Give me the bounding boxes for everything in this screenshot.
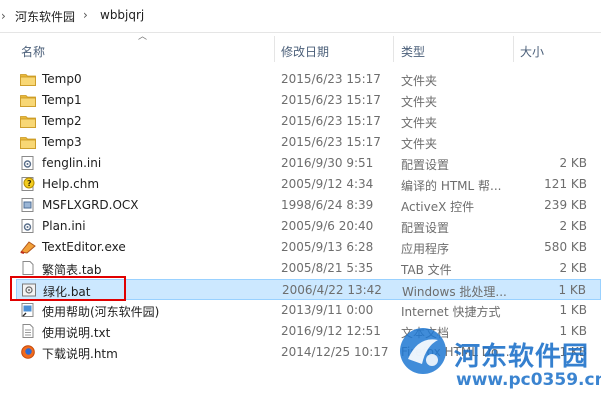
column-header-name[interactable]: 名称 <box>21 43 45 60</box>
file-type: 文件夹 <box>401 137 438 151</box>
file-name: Temp0 <box>42 72 82 86</box>
file-date: 2005/9/6 20:40 <box>281 219 374 233</box>
file-name: 使用说明.txt <box>42 326 111 340</box>
watermark-url: www.pc0359.cn <box>456 370 601 390</box>
file-row[interactable]: Temp1 2015/6/23 15:17 文件夹 <box>16 90 601 111</box>
breadcrumb-item-hedong[interactable]: 河东软件园 <box>15 8 75 25</box>
help-file-icon: ? <box>21 177 35 191</box>
file-row[interactable]: ? Help.chm 2005/9/12 4:34 编译的 HTML 帮... 121 … <box>16 174 601 195</box>
file-name: MSFLXGRD.OCX <box>42 198 139 212</box>
column-divider[interactable] <box>393 36 394 62</box>
internet-shortcut-icon <box>21 303 34 317</box>
file-date: 2016/9/30 9:51 <box>281 156 374 170</box>
watermark-title: 河东软件园 <box>454 342 590 372</box>
column-header-type[interactable]: 类型 <box>401 43 425 60</box>
file-size: 580 KB <box>544 240 587 254</box>
file-type: 文件夹 <box>401 116 438 130</box>
file-name: Help.chm <box>42 177 100 191</box>
file-type: 应用程序 <box>401 242 450 256</box>
file-name: 使用帮助(河东软件园) <box>42 305 160 319</box>
folder-icon <box>20 74 36 86</box>
file-name: 下载说明.htm <box>42 347 118 361</box>
file-date: 2015/6/23 15:17 <box>281 135 381 149</box>
file-size: 2 KB <box>559 219 587 233</box>
svg-text:?: ? <box>27 179 32 188</box>
watermark-logo <box>400 328 446 374</box>
file-date: 2016/9/12 12:51 <box>281 324 381 338</box>
file-type: ActiveX 控件 <box>401 200 475 214</box>
file-size: 2 KB <box>559 156 587 170</box>
column-header-size[interactable]: 大小 <box>520 43 544 60</box>
file-type: 编译的 HTML 帮... <box>401 179 502 193</box>
file-date: 2015/6/23 15:17 <box>281 114 381 128</box>
file-size: 239 KB <box>544 198 587 212</box>
file-type: 文件夹 <box>401 95 438 109</box>
file-row[interactable]: Temp3 2015/6/23 15:17 文件夹 <box>16 132 601 153</box>
file-row[interactable]: Plan.ini 2005/9/6 20:40 配置设置 2 KB <box>16 216 601 237</box>
exe-file-icon <box>20 241 36 254</box>
file-size: 1 KB <box>559 303 587 317</box>
file-name: Temp3 <box>42 135 82 149</box>
text-file-icon <box>22 324 34 338</box>
file-size: 1 KB <box>558 283 586 297</box>
address-bar[interactable]: › 河东软件园 › wbbjqrj <box>0 0 601 33</box>
file-name: Plan.ini <box>42 219 86 233</box>
settings-file-icon <box>21 156 34 170</box>
file-row[interactable]: MSFLXGRD.OCX 1998/6/24 8:39 ActiveX 控件 239 … <box>16 195 601 216</box>
file-row[interactable]: Temp0 2015/6/23 15:17 文件夹 <box>16 69 601 90</box>
file-size: 121 KB <box>544 177 587 191</box>
activex-file-icon <box>21 198 34 212</box>
file-date: 2005/9/12 4:34 <box>281 177 374 191</box>
file-type: 文件夹 <box>401 74 438 88</box>
file-row[interactable]: Temp2 2015/6/23 15:17 文件夹 <box>16 111 601 132</box>
file-date: 2005/8/21 5:35 <box>281 261 374 275</box>
file-date: 2005/9/13 6:28 <box>281 240 374 254</box>
breadcrumb-chevron-icon[interactable]: › <box>83 8 88 22</box>
breadcrumb-item-wbbjqrj[interactable]: wbbjqrj <box>100 8 144 22</box>
firefox-html-icon <box>21 345 35 359</box>
file-name: TextEditor.exe <box>42 240 126 254</box>
column-divider[interactable] <box>513 36 514 62</box>
file-type: Windows 批处理... <box>402 285 507 299</box>
file-row[interactable]: fenglin.ini 2016/9/30 9:51 配置设置 2 KB <box>16 153 601 174</box>
highlight-box <box>10 276 126 301</box>
file-row[interactable]: TextEditor.exe 2005/9/13 6:28 应用程序 580 KB <box>16 237 601 258</box>
folder-icon <box>20 95 36 107</box>
file-type: 配置设置 <box>401 158 450 172</box>
breadcrumb-root-chevron-icon[interactable]: › <box>1 9 6 23</box>
generic-file-icon <box>22 261 34 275</box>
file-date: 1998/6/24 8:39 <box>281 198 374 212</box>
folder-icon <box>20 116 36 128</box>
column-header: 名称 修改日期 类型 大小 <box>0 33 601 65</box>
file-name: Temp2 <box>42 114 82 128</box>
file-name: Temp1 <box>42 93 82 107</box>
column-divider[interactable] <box>274 36 275 62</box>
settings-file-icon <box>21 219 34 233</box>
file-type: 配置设置 <box>401 221 450 235</box>
folder-icon <box>20 137 36 149</box>
sort-ascending-icon: ︿ <box>138 32 148 42</box>
file-date: 2015/6/23 15:17 <box>281 72 381 86</box>
file-size: 2 KB <box>559 261 587 275</box>
file-row[interactable]: 使用帮助(河东软件园) 2013/9/11 0:00 Internet 快捷方式 1 … <box>16 300 601 321</box>
file-date: 2013/9/11 0:00 <box>281 303 374 317</box>
file-date: 2015/6/23 15:17 <box>281 93 381 107</box>
file-type: Internet 快捷方式 <box>401 305 501 319</box>
file-date: 2006/4/22 13:42 <box>282 283 382 297</box>
file-date: 2014/12/25 10:17 <box>281 345 389 359</box>
file-name: fenglin.ini <box>42 156 102 170</box>
column-header-date[interactable]: 修改日期 <box>281 43 329 60</box>
file-type: TAB 文件 <box>401 263 452 277</box>
